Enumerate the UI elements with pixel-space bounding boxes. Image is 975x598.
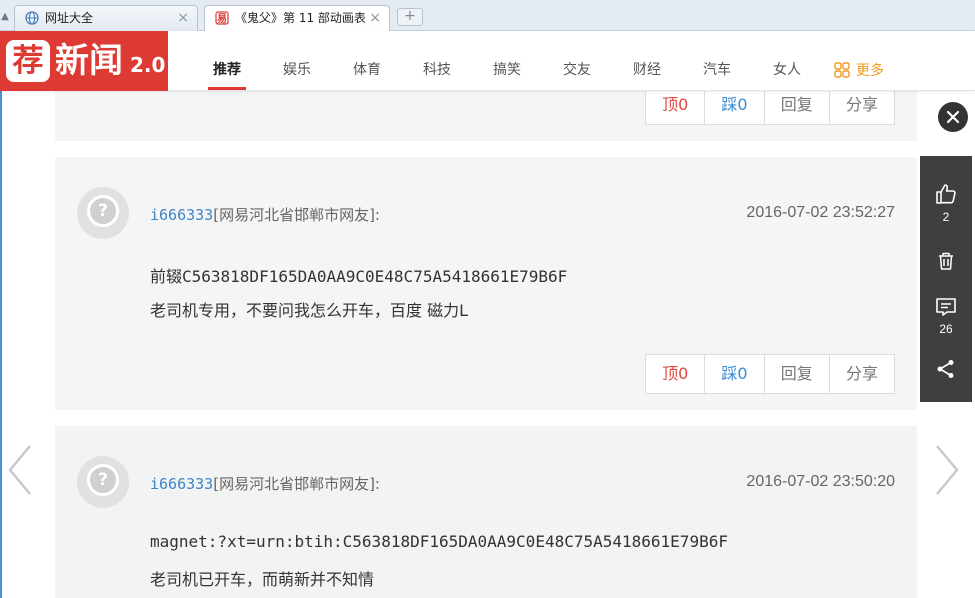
downvote-button[interactable]: 踩0 [705, 355, 765, 393]
side-toolbar: 2 26 [920, 156, 972, 402]
comment-card: ? i666333[网易河北省邯郸市网友]: 2016-07-02 23:50:… [55, 426, 917, 598]
tab-title: 《鬼父》第 11 部动画表 [235, 11, 365, 25]
nav-item-finance[interactable]: 财经 [633, 59, 661, 79]
delete-tool-button[interactable] [920, 250, 972, 276]
browser-tab-nav[interactable]: 网址大全 × [14, 5, 198, 31]
nav-item-auto[interactable]: 汽车 [703, 59, 731, 79]
comment-actions: 顶0 踩0 回复 分享 [645, 354, 895, 394]
logo-badge: 荐 [6, 40, 50, 82]
comment-count: 26 [939, 322, 953, 336]
comment-icon [936, 298, 956, 316]
previous-arrow-icon[interactable] [2, 440, 42, 500]
new-tab-button[interactable]: + [397, 8, 423, 26]
close-icon [946, 110, 960, 124]
avatar[interactable]: ? [77, 187, 129, 239]
downvote-button[interactable]: 踩0 [705, 86, 765, 124]
thumbs-up-icon [936, 184, 956, 204]
like-count: 2 [942, 210, 950, 224]
tab-close-icon[interactable]: × [177, 6, 189, 30]
comment-card: ? i666333[网易河北省邯郸市网友]: 2016-07-02 23:52:… [55, 157, 917, 410]
share-button[interactable]: 分享 [830, 355, 894, 393]
comment-location: [网易河北省邯郸市网友]: [213, 206, 380, 224]
tab-title: 网址大全 [45, 11, 94, 25]
nav-more-button[interactable]: 更多 [834, 60, 884, 79]
comment-author: i666333[网易河北省邯郸市网友]: [150, 204, 380, 225]
comment-time: 2016-07-02 23:52:27 [746, 204, 895, 221]
nav-item-dating[interactable]: 交友 [563, 59, 591, 79]
nav-active-indicator [208, 87, 246, 90]
nav-item-funny[interactable]: 搞笑 [493, 59, 521, 79]
trash-icon [939, 252, 953, 270]
nav-item-entertainment[interactable]: 娱乐 [283, 59, 311, 79]
site-logo[interactable]: 荐 新闻 2.0 [0, 31, 168, 91]
page-left-border [0, 31, 2, 598]
share-icon [937, 360, 954, 378]
comment-text-line: 老司机已开车，而萌新并不知情 [150, 570, 375, 589]
comment-text-line: 前辍C563818DF165DA0AA9C0E48C75A5418661E79B… [150, 267, 568, 286]
comment-card-previous: 顶0 踩0 回复 分享 [55, 85, 917, 141]
comment-author: i666333[网易河北省邯郸市网友]: [150, 473, 380, 494]
comment-actions: 顶0 踩0 回复 分享 [645, 85, 895, 125]
grid-icon [834, 62, 850, 78]
comment-text-line: magnet:?xt=urn:btih:C563818DF165DA0AA9C0… [150, 532, 728, 551]
reply-button[interactable]: 回复 [765, 86, 830, 124]
like-tool-button[interactable]: 2 [920, 182, 972, 224]
upvote-button[interactable]: 顶0 [646, 86, 706, 124]
avatar-placeholder-icon: ? [98, 470, 108, 490]
svg-text:易: 易 [217, 13, 227, 25]
nav-item-women[interactable]: 女人 [773, 59, 801, 79]
nav-item-tech[interactable]: 科技 [423, 59, 451, 79]
tab-close-icon[interactable]: × [369, 6, 381, 30]
close-overlay-button[interactable] [938, 102, 968, 132]
nav-item-recommend[interactable]: 推荐 [213, 59, 241, 79]
browser-tab-strip: ▲ 网址大全 × 易 《鬼父》第 11 部动画表 × + [0, 0, 975, 31]
site-header: 荐 新闻 2.0 推荐 娱乐 体育 科技 搞笑 交友 财经 汽车 女人 更多 [0, 31, 975, 91]
comments-tool-button[interactable]: 26 [920, 296, 972, 336]
share-tool-button[interactable] [920, 358, 972, 384]
globe-icon [25, 11, 39, 25]
comment-username[interactable]: i666333 [150, 206, 213, 224]
comment-text-line: 老司机专用，不要问我怎么开车，百度 磁力L [150, 301, 469, 320]
avatar[interactable]: ? [77, 456, 129, 508]
browser-tab-article[interactable]: 易 《鬼父》第 11 部动画表 × [204, 5, 390, 31]
comment-location: [网易河北省邯郸市网友]: [213, 475, 380, 493]
avatar-placeholder-icon: ? [98, 201, 108, 221]
upvote-button[interactable]: 顶0 [646, 355, 706, 393]
tab-scroll-left-button[interactable]: ▲ [0, 8, 10, 26]
share-button[interactable]: 分享 [830, 86, 894, 124]
logo-version: 2.0 [130, 53, 166, 77]
comment-time: 2016-07-02 23:50:20 [746, 473, 895, 490]
reply-button[interactable]: 回复 [765, 355, 830, 393]
nav-more-label: 更多 [856, 63, 884, 79]
nav-item-sports[interactable]: 体育 [353, 59, 381, 79]
logo-text: 新闻 [55, 41, 123, 81]
next-arrow-icon[interactable] [929, 440, 969, 500]
netease-icon: 易 [215, 11, 229, 25]
comment-username[interactable]: i666333 [150, 475, 213, 493]
